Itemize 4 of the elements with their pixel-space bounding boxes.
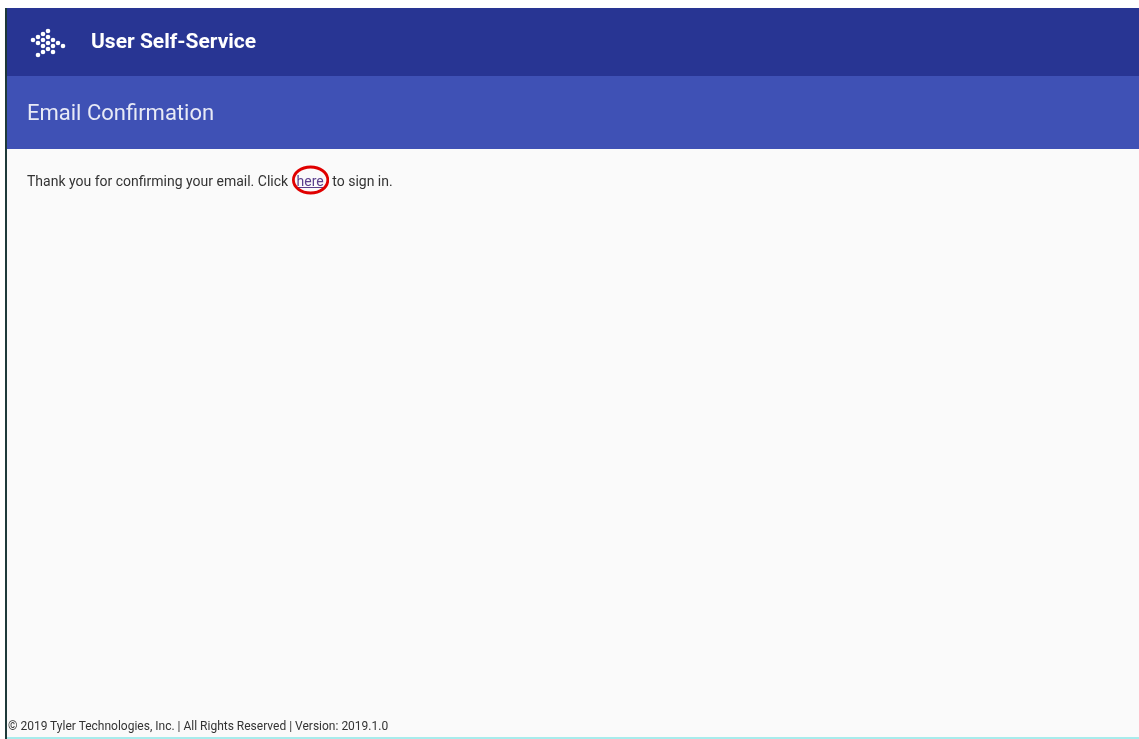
- page-title: Email Confirmation: [27, 99, 215, 127]
- footer-text: © 2019 Tyler Technologies, Inc. | All Rights Reserved | Version: 2019.1.0: [7, 717, 1139, 739]
- confirmation-message: Thank you for confirming your email. Click here to sign in.: [27, 171, 393, 192]
- app-title: User Self-Service: [91, 28, 257, 56]
